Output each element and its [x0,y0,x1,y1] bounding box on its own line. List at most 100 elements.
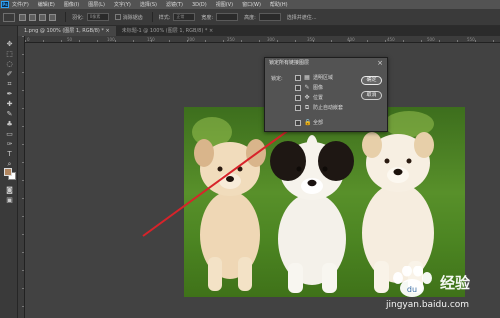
ok-button[interactable]: 确定 [361,76,382,85]
lock-all-linked-layers-dialog: 锁定所有链接图层 × 锁定: ▦ 透明区域 ✎ 图像 ✥ 位置 ⧉ 防止自动嵌套… [264,57,388,132]
healing-brush-tool-icon[interactable]: ✚ [5,100,14,108]
transparency-icon: ▦ [304,73,310,81]
tab-document-2[interactable]: 未标题-1 @ 100% (图层 1, RGB/8) * × [116,26,219,36]
option-lock-transparent[interactable]: ▦ 透明区域 [295,74,333,81]
height-label: 高度: [244,14,256,21]
ruler-tick-label: 0 [27,37,30,42]
menu-filter[interactable]: 滤镜(T) [166,1,183,8]
separator [65,12,66,22]
style-label: 样式: [158,14,171,21]
eyedropper-tool-icon[interactable]: ✒ [5,90,14,98]
zoom-tool-icon[interactable]: ⌕ [5,160,14,168]
antialias-checkbox[interactable] [114,14,121,20]
eraser-tool-icon[interactable]: ▭ [5,130,14,138]
checkbox[interactable] [295,74,301,81]
foreground-color-swatch[interactable] [4,168,12,176]
menu-edit[interactable]: 编辑(E) [38,1,55,8]
option-lock-image[interactable]: ✎ 图像 [295,84,323,91]
height-input[interactable] [258,13,281,21]
lock-label: 锁定: [271,76,283,82]
quick-select-tool-icon[interactable]: ✐ [5,70,14,78]
option-prevent-auto-nesting[interactable]: ⧉ 防止自动嵌套 [295,104,343,111]
menu-bar: Ps 文件(F) 编辑(E) 图像(I) 图层(L) 文字(Y) 选择(S) 滤… [0,0,500,9]
ruler-tick-label: 250 [227,37,235,42]
add-selection-icon[interactable] [29,13,36,21]
width-label: 宽度: [201,14,214,21]
photoshop-logo: Ps [1,1,9,8]
width-input[interactable] [216,13,239,21]
ruler-tick-label: 200 [187,37,195,42]
style-select[interactable]: 正常 [173,13,196,21]
options-bar: 羽化: 0像素 消除锯齿 样式: 正常 宽度: 高度: 选择并遮住... [0,9,500,26]
menu-help[interactable]: 帮助(H) [270,1,288,8]
svg-text:du: du [407,285,417,294]
ruler-tick-label: 450 [387,37,395,42]
feather-input[interactable]: 0像素 [86,13,109,21]
marquee-tool-preset-icon[interactable] [3,12,15,22]
ruler-tick-label: 100 [107,37,115,42]
ruler-tick-label: 350 [307,37,315,42]
menu-layer[interactable]: 图层(L) [88,1,105,8]
baidu-jingyan-watermark: du 经验 jingyan.baidu.com [384,266,494,312]
checkbox[interactable] [295,104,301,111]
menu-type[interactable]: 文字(Y) [114,1,131,8]
menu-window[interactable]: 窗口(W) [242,1,261,8]
checkbox[interactable] [295,119,301,126]
brush-tool-icon[interactable]: ✎ [5,110,14,118]
document-tabs: 1.png @ 100% (图层 1, RGB/8) * × 未标题-1 @ 1… [18,26,500,36]
vertical-ruler [18,36,25,318]
option-label: 位置 [313,95,324,101]
ruler-tick-label: 150 [147,37,155,42]
feather-label: 羽化: [72,14,84,21]
ruler-tick-label: 50 [67,37,73,42]
option-label: 图像 [313,85,324,91]
cancel-button[interactable]: 取消 [361,91,382,100]
lock-icon: 🔒 [304,118,312,126]
ruler-tick-label: 500 [427,37,435,42]
tools-panel: ✥ ⬚ ◌ ✐ ⌗ ✒ ✚ ✎ ♣ ▭ ✑ T ⌕ ◙ ▣ [0,26,18,318]
checkbox[interactable] [295,94,301,101]
menu-file[interactable]: 文件(F) [12,1,29,8]
tab-document-1[interactable]: 1.png @ 100% (图层 1, RGB/8) * × [18,26,116,36]
subtract-selection-icon[interactable] [39,13,46,21]
watermark-url: jingyan.baidu.com [386,300,470,310]
menu-select[interactable]: 选择(S) [140,1,157,8]
dialog-title: 锁定所有链接图层 [265,58,387,68]
ruler-tick-label: 400 [347,37,355,42]
select-and-mask-button[interactable]: 选择并遮住... [287,14,317,21]
close-icon[interactable]: × [377,58,383,68]
brush-icon: ✎ [304,83,310,91]
new-selection-icon[interactable] [19,13,26,21]
crop-tool-icon[interactable]: ⌗ [5,80,14,88]
move-icon: ✥ [304,93,310,101]
tab-label: 未标题-1 @ 100% (图层 1, RGB/8) * [121,28,208,34]
tab-close-icon[interactable]: × [209,28,213,34]
paw-logo-icon: du [393,266,432,297]
watermark-brand: 经验 [440,274,471,292]
type-tool-icon[interactable]: T [5,150,14,158]
screen-mode-icon[interactable]: ▣ [5,196,14,204]
ruler-tick-label: 550 [467,37,475,42]
option-label: 全部 [313,120,324,126]
tab-close-icon[interactable]: × [106,28,110,34]
artboard-icon: ⧉ [304,103,310,111]
lasso-tool-icon[interactable]: ◌ [5,60,14,68]
separator [151,12,153,22]
menu-view[interactable]: 视图(V) [216,1,233,8]
checkbox[interactable] [295,84,301,91]
quick-mask-icon[interactable]: ◙ [5,186,14,194]
antialias-label: 消除锯齿 [122,14,143,21]
marquee-tool-icon[interactable]: ⬚ [5,50,14,58]
menu-3d[interactable]: 3D(D) [192,2,207,8]
tab-label: 1.png @ 100% (图层 1, RGB/8) * [24,28,104,34]
option-lock-all[interactable]: 🔒 全部 [295,119,323,126]
option-label: 防止自动嵌套 [313,105,344,111]
menu-image[interactable]: 图像(I) [64,1,79,8]
option-label: 透明区域 [313,75,334,81]
ruler-tick-label: 300 [267,37,275,42]
pen-tool-icon[interactable]: ✑ [5,140,14,148]
clone-stamp-tool-icon[interactable]: ♣ [5,120,14,128]
option-lock-position[interactable]: ✥ 位置 [295,94,323,101]
move-tool-icon[interactable]: ✥ [5,40,14,48]
intersect-selection-icon[interactable] [49,13,56,21]
